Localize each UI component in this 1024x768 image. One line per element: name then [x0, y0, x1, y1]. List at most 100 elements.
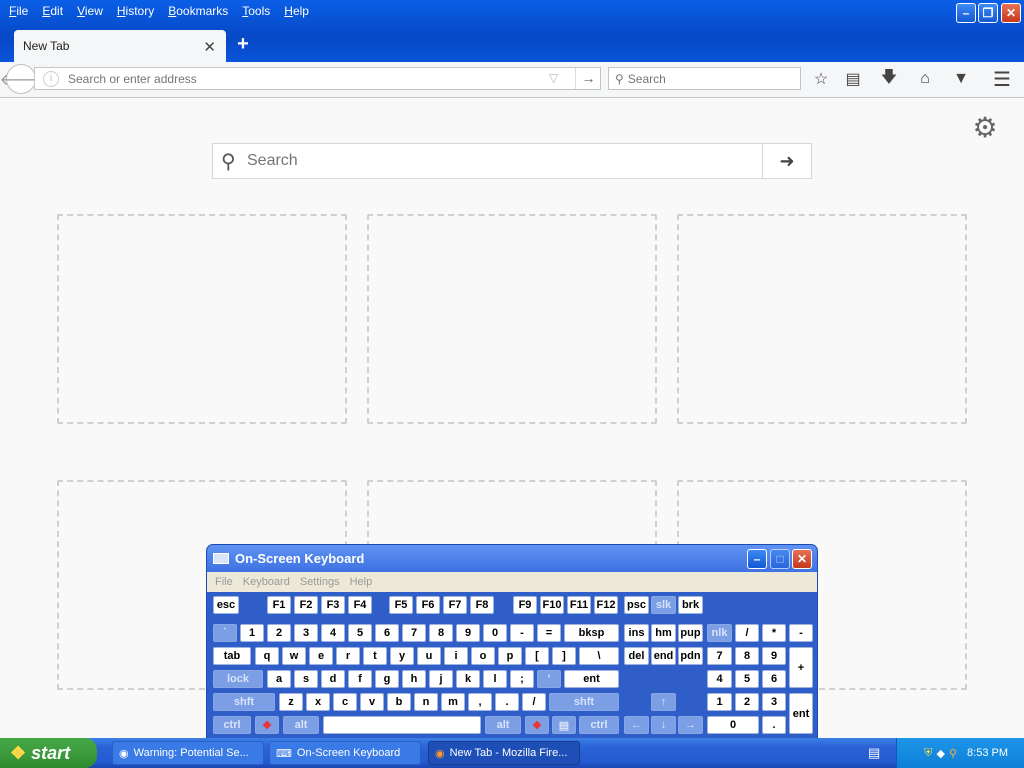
- key-f10[interactable]: F10: [540, 596, 564, 614]
- key-esc[interactable]: esc: [213, 596, 239, 614]
- key-j[interactable]: j: [429, 670, 453, 688]
- key-psc[interactable]: psc: [624, 596, 649, 614]
- key-3[interactable]: 3: [294, 624, 318, 642]
- key-minus[interactable]: -: [510, 624, 534, 642]
- key-z[interactable]: z: [279, 693, 303, 711]
- key-v[interactable]: v: [360, 693, 384, 711]
- close-window-button[interactable]: ✕: [1001, 3, 1021, 23]
- key-comma[interactable]: ,: [468, 693, 492, 711]
- key-num-3[interactable]: 3: [762, 693, 786, 711]
- key-equals[interactable]: =: [537, 624, 561, 642]
- key-num-6[interactable]: 6: [762, 670, 786, 688]
- key-num-8[interactable]: 8: [735, 647, 759, 665]
- osk-menu-settings[interactable]: Settings: [295, 576, 345, 588]
- go-arrow-icon[interactable]: →: [575, 68, 601, 89]
- key-f8[interactable]: F8: [470, 596, 494, 614]
- dropdown-triangle-icon[interactable]: ▽: [549, 71, 558, 85]
- key-pup[interactable]: pup: [678, 624, 703, 642]
- key-f7[interactable]: F7: [443, 596, 467, 614]
- key-1[interactable]: 1: [240, 624, 264, 642]
- osk-minimize-button[interactable]: –: [747, 549, 767, 569]
- key-left-shift[interactable]: shft: [213, 693, 275, 711]
- search-input[interactable]: [627, 71, 788, 86]
- url-bar[interactable]: i ▽ →: [34, 67, 601, 90]
- key-f6[interactable]: F6: [416, 596, 440, 614]
- key-num-0[interactable]: 0: [707, 716, 759, 734]
- key-0[interactable]: 0: [483, 624, 507, 642]
- key-f2[interactable]: F2: [294, 596, 318, 614]
- search-bar[interactable]: ⚲: [608, 67, 801, 90]
- key-num-multiply[interactable]: *: [762, 624, 786, 642]
- key-hm[interactable]: hm: [651, 624, 676, 642]
- key-num-4[interactable]: 4: [707, 670, 732, 688]
- key-right-bracket[interactable]: ]: [552, 647, 576, 665]
- restore-button[interactable]: ❐: [978, 3, 998, 23]
- osk-titlebar[interactable]: On-Screen Keyboard – □ ✕: [207, 545, 817, 572]
- key-s[interactable]: s: [294, 670, 318, 688]
- key-left-windows[interactable]: ❖: [255, 716, 279, 734]
- key-y[interactable]: y: [390, 647, 414, 665]
- back-button[interactable]: 🡐: [0, 64, 42, 94]
- top-site-tile[interactable]: [57, 214, 347, 424]
- key-backslash[interactable]: \: [579, 647, 619, 665]
- info-icon[interactable]: i: [43, 70, 59, 87]
- key-8[interactable]: 8: [429, 624, 453, 642]
- key-a[interactable]: a: [267, 670, 291, 688]
- top-site-tile[interactable]: [677, 214, 967, 424]
- content-search-box[interactable]: ⚲ ➜: [212, 143, 812, 179]
- search-tray-icon[interactable]: ⚲: [949, 747, 957, 760]
- taskbar-item-osk[interactable]: ⌨ On-Screen Keyboard: [269, 741, 421, 765]
- clock[interactable]: 8:53 PM: [967, 747, 1008, 759]
- key-num-5[interactable]: 5: [735, 670, 759, 688]
- key-enter[interactable]: ent: [564, 670, 619, 688]
- close-tab-icon[interactable]: ✕: [203, 38, 216, 56]
- keyboard-tray-icon[interactable]: ▤: [868, 745, 880, 761]
- key-num-decimal[interactable]: .: [762, 716, 786, 734]
- key-right-ctrl[interactable]: ctrl: [579, 716, 619, 734]
- key-num-enter[interactable]: ent: [789, 693, 813, 734]
- menu-file[interactable]: File: [2, 4, 35, 18]
- key-ins[interactable]: ins: [624, 624, 649, 642]
- key-9[interactable]: 9: [456, 624, 480, 642]
- menu-help[interactable]: Help: [277, 4, 316, 18]
- key-right-shift[interactable]: shft: [549, 693, 619, 711]
- key-r[interactable]: r: [336, 647, 360, 665]
- taskbar-item-warning[interactable]: ◉ Warning: Potential Se...: [112, 741, 264, 765]
- key-6[interactable]: 6: [375, 624, 399, 642]
- tab-new-tab[interactable]: New Tab ✕: [14, 30, 226, 62]
- key-l[interactable]: l: [483, 670, 507, 688]
- key-right-arrow[interactable]: →: [678, 716, 703, 734]
- content-search-input[interactable]: [247, 144, 757, 178]
- key-pdn[interactable]: pdn: [678, 647, 703, 665]
- key-quote[interactable]: ': [537, 670, 561, 688]
- key-menu[interactable]: ▤: [552, 716, 576, 734]
- key-num-2[interactable]: 2: [735, 693, 759, 711]
- key-left-arrow[interactable]: ←: [624, 716, 649, 734]
- minimize-button[interactable]: –: [956, 3, 976, 23]
- bookmarks-menu-icon[interactable]: ▤: [842, 68, 864, 90]
- key-period[interactable]: .: [495, 693, 519, 711]
- osk-maximize-button[interactable]: □: [770, 549, 790, 569]
- security-shield-icon[interactable]: ⛨: [924, 747, 932, 760]
- hamburger-menu-icon[interactable]: ☰: [991, 68, 1013, 91]
- menu-view[interactable]: View: [70, 4, 110, 18]
- osk-menu-help[interactable]: Help: [345, 576, 378, 588]
- menu-bookmarks[interactable]: Bookmarks: [161, 4, 235, 18]
- key-t[interactable]: t: [363, 647, 387, 665]
- start-button[interactable]: ❖ start: [0, 738, 97, 768]
- key-up-arrow[interactable]: ↑: [651, 693, 676, 711]
- osk-close-button[interactable]: ✕: [792, 549, 812, 569]
- key-c[interactable]: c: [333, 693, 357, 711]
- key-backspace[interactable]: bksp: [564, 624, 619, 642]
- key-right-alt[interactable]: alt: [485, 716, 521, 734]
- new-tab-button[interactable]: +: [233, 33, 253, 56]
- key-down-arrow[interactable]: ↓: [651, 716, 676, 734]
- key-p[interactable]: p: [498, 647, 522, 665]
- key-num-1[interactable]: 1: [707, 693, 732, 711]
- key-right-windows[interactable]: ❖: [525, 716, 549, 734]
- top-site-tile[interactable]: [367, 214, 657, 424]
- key-k[interactable]: k: [456, 670, 480, 688]
- bookmark-star-icon[interactable]: ☆: [810, 68, 832, 90]
- key-slash[interactable]: /: [522, 693, 546, 711]
- key-num-minus[interactable]: -: [789, 624, 813, 642]
